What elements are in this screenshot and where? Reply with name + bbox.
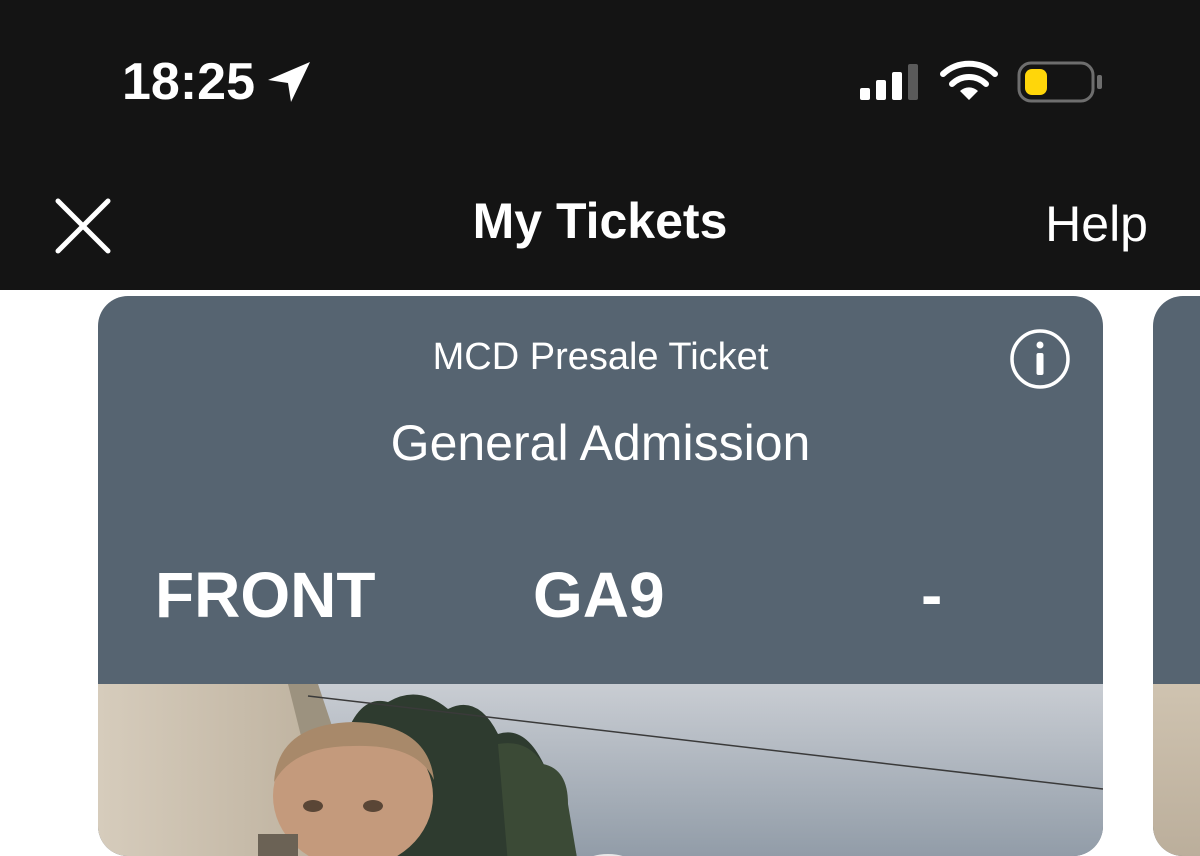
battery-low-icon xyxy=(1017,61,1102,103)
info-icon[interactable] xyxy=(1009,328,1071,390)
cellular-signal-icon xyxy=(860,64,918,100)
next-ticket-card-peek[interactable] xyxy=(1153,296,1200,856)
admission-type: General Admission xyxy=(390,415,811,471)
wifi-icon xyxy=(940,60,998,100)
row-value: GA9 xyxy=(533,559,665,631)
navigation-bar: My Tickets Help xyxy=(0,150,1200,290)
ticket-card[interactable]: MCD Presale Ticket General Admission FRO… xyxy=(98,296,1103,856)
next-ticket-photo xyxy=(1153,684,1200,856)
seat-value: - xyxy=(921,559,943,631)
location-arrow-icon xyxy=(268,62,310,102)
event-photo xyxy=(98,684,1103,856)
status-time: 18:25 xyxy=(122,53,255,111)
page-title: My Tickets xyxy=(472,193,728,249)
help-button[interactable]: Help xyxy=(1045,195,1148,253)
status-bar: 18:25 xyxy=(0,0,1200,150)
ticket-type: MCD Presale Ticket xyxy=(432,336,769,378)
section-value: FRONT xyxy=(155,559,376,631)
